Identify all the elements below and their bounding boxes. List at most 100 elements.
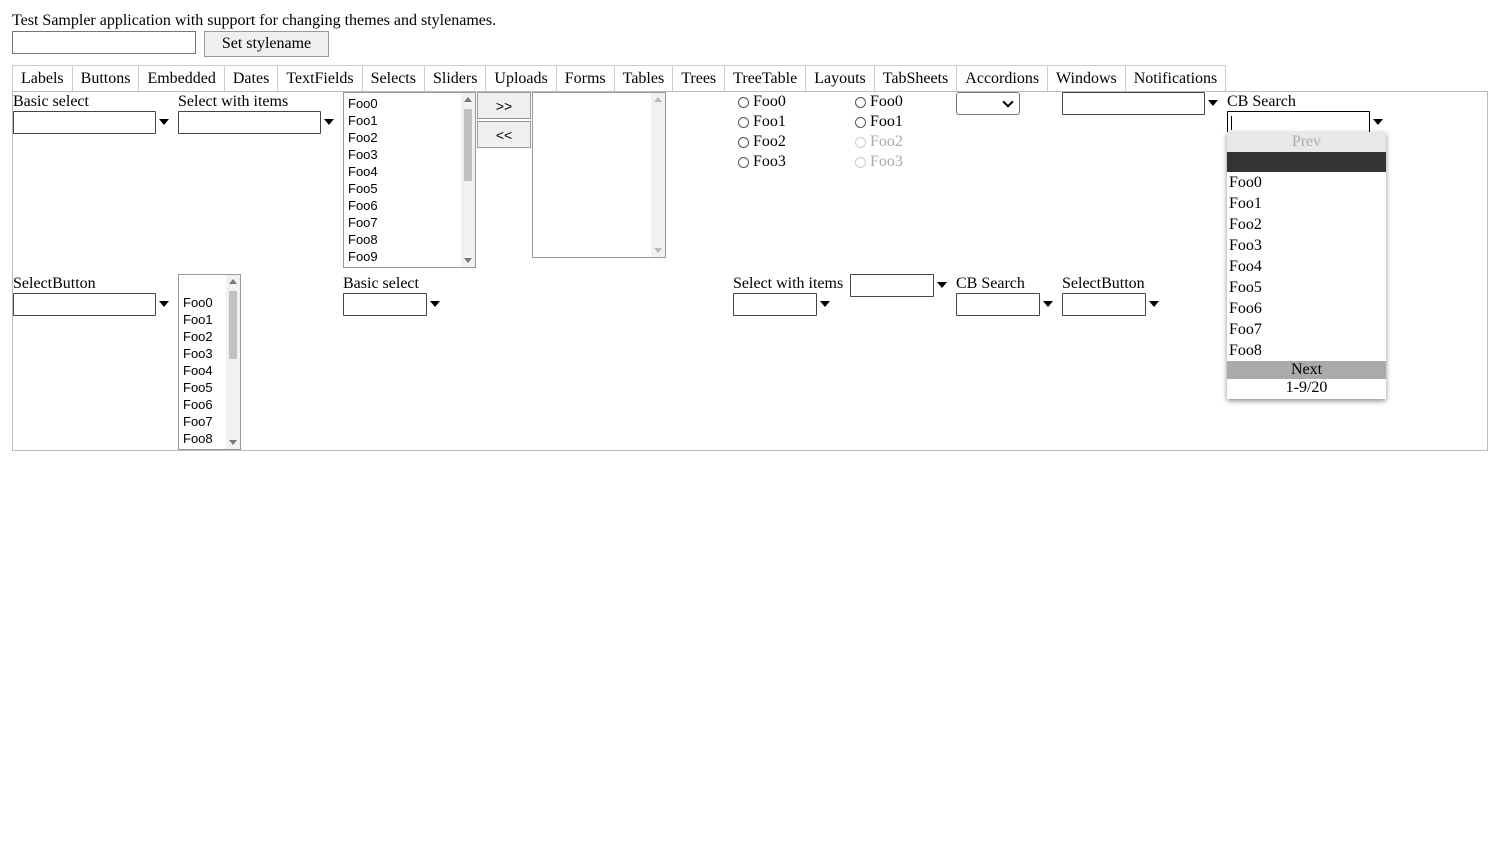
twincol-add-button[interactable]: >> <box>477 92 531 119</box>
scroll-up-icon[interactable] <box>229 279 237 284</box>
native-select[interactable] <box>956 92 1020 115</box>
select-with-items-2-input[interactable] <box>733 293 817 316</box>
tab-bar: Labels Buttons Embedded Dates TextFields… <box>12 65 1227 92</box>
popup-item[interactable]: Foo5 <box>1227 277 1386 298</box>
selectbutton-2-input[interactable] <box>1062 293 1146 316</box>
radio-option[interactable]: Foo0 <box>855 92 903 112</box>
tab-accordions[interactable]: Accordions <box>957 66 1049 92</box>
scroll-up-icon[interactable] <box>464 97 472 102</box>
cb-search-2-caption: CB Search <box>956 275 1025 292</box>
inline-select-input[interactable] <box>850 274 934 297</box>
tab-uploads[interactable]: Uploads <box>486 66 557 92</box>
cb-search-dropdown-arrow-icon[interactable] <box>1373 119 1383 125</box>
selectbutton-input[interactable] <box>13 293 156 316</box>
radio-option-disabled: Foo2 <box>855 132 903 152</box>
basic-select-dropdown-arrow-icon[interactable] <box>159 119 169 125</box>
radio-button[interactable] <box>855 116 866 128</box>
radio-button[interactable] <box>855 96 866 108</box>
tab-notifications[interactable]: Notifications <box>1126 66 1226 92</box>
list-item[interactable]: Foo8 <box>344 231 475 248</box>
tab-trees[interactable]: Trees <box>673 66 726 92</box>
tab-selects[interactable]: Selects <box>363 66 425 92</box>
list-item[interactable]: Foo4 <box>344 163 475 180</box>
radio-option[interactable]: Foo2 <box>738 132 786 152</box>
list-select[interactable]: Foo0 Foo1 Foo2 Foo3 Foo4 Foo5 Foo6 Foo7 … <box>343 92 476 268</box>
tab-embedded[interactable]: Embedded <box>139 66 225 92</box>
radio-button[interactable] <box>738 96 749 108</box>
popup-item[interactable]: Foo2 <box>1227 214 1386 235</box>
radio-option[interactable]: Foo1 <box>738 112 786 132</box>
scroll-up-icon[interactable] <box>654 97 662 102</box>
select-with-items-caption: Select with items <box>178 93 289 110</box>
popup-item[interactable]: Foo0 <box>1227 172 1386 193</box>
stylename-input[interactable] <box>12 31 196 54</box>
tab-tables[interactable]: Tables <box>615 66 674 92</box>
list-item[interactable]: Foo5 <box>344 180 475 197</box>
inline-select-dropdown-arrow-icon[interactable] <box>937 282 947 288</box>
scroll-down-icon[interactable] <box>654 248 662 253</box>
tab-tabsheets[interactable]: TabSheets <box>875 66 958 92</box>
popup-item[interactable]: Foo3 <box>1227 235 1386 256</box>
scroll-down-icon[interactable] <box>229 440 237 445</box>
scroll-thumb[interactable] <box>464 109 472 181</box>
tab-sliders[interactable]: Sliders <box>425 66 487 92</box>
radio-option[interactable]: Foo1 <box>855 112 903 132</box>
select-with-items-dropdown-arrow-icon[interactable] <box>324 119 334 125</box>
popup-prev-button[interactable]: Prev <box>1227 132 1386 152</box>
radio-group-2: Foo0 Foo1 Foo2 Foo3 <box>855 92 903 172</box>
list-item[interactable]: Foo0 <box>344 95 475 112</box>
popup-item[interactable]: Foo1 <box>1227 193 1386 214</box>
list-select-2[interactable]: Foo0 Foo1 Foo2 Foo3 Foo4 Foo5 Foo6 Foo7 … <box>178 274 241 450</box>
selectbutton-caption: SelectButton <box>13 275 96 292</box>
tab-textfields[interactable]: TextFields <box>278 66 363 92</box>
list-select-scrollbar[interactable] <box>461 93 475 267</box>
cb-search-2-input[interactable] <box>956 293 1040 316</box>
tab-forms[interactable]: Forms <box>557 66 615 92</box>
list-item[interactable]: Foo9 <box>344 248 475 265</box>
tab-dates[interactable]: Dates <box>225 66 279 92</box>
combobox-input[interactable] <box>1062 92 1205 115</box>
tab-labels[interactable]: Labels <box>13 66 73 92</box>
basic-select-2-caption: Basic select <box>343 275 419 292</box>
list-item[interactable]: Foo6 <box>344 197 475 214</box>
popup-item[interactable]: Foo4 <box>1227 256 1386 277</box>
list-item[interactable]: Foo3 <box>344 146 475 163</box>
twincol-scrollbar[interactable] <box>651 93 665 257</box>
list-item[interactable]: Foo7 <box>344 214 475 231</box>
cb-search-input[interactable] <box>1227 111 1370 134</box>
radio-button[interactable] <box>738 136 749 148</box>
scroll-down-icon[interactable] <box>464 258 472 263</box>
radio-button[interactable] <box>738 156 749 168</box>
tab-buttons[interactable]: Buttons <box>73 66 140 92</box>
basic-select-2-dropdown-arrow-icon[interactable] <box>430 301 440 307</box>
radio-option[interactable]: Foo3 <box>738 152 786 172</box>
radio-option[interactable]: Foo0 <box>738 92 786 112</box>
scroll-thumb[interactable] <box>229 291 237 359</box>
select-with-items-input[interactable] <box>178 111 321 134</box>
radio-button[interactable] <box>738 116 749 128</box>
text-cursor <box>1231 116 1232 130</box>
set-stylename-button[interactable]: Set stylename <box>204 31 329 57</box>
popup-next-button[interactable]: Next <box>1227 361 1386 379</box>
twincol-remove-button[interactable]: << <box>477 121 531 148</box>
radio-button <box>855 156 866 168</box>
selectbutton-dropdown-arrow-icon[interactable] <box>159 301 169 307</box>
popup-item[interactable]: Foo8 <box>1227 340 1386 361</box>
combobox-dropdown-arrow-icon[interactable] <box>1208 100 1218 106</box>
list-item[interactable]: Foo2 <box>344 129 475 146</box>
basic-select-input[interactable] <box>13 111 156 134</box>
basic-select-2-input[interactable] <box>343 293 427 316</box>
select-with-items-2-dropdown-arrow-icon[interactable] <box>820 301 830 307</box>
list-item[interactable]: Foo1 <box>344 112 475 129</box>
cb-search-2-dropdown-arrow-icon[interactable] <box>1043 301 1053 307</box>
tab-windows[interactable]: Windows <box>1048 66 1126 92</box>
popup-item[interactable]: Foo7 <box>1227 319 1386 340</box>
tab-treetable[interactable]: TreeTable <box>725 66 807 92</box>
popup-empty-selected-item[interactable] <box>1227 152 1386 172</box>
twincol-selected-list[interactable] <box>532 92 666 258</box>
popup-item[interactable]: Foo6 <box>1227 298 1386 319</box>
tab-layouts[interactable]: Layouts <box>806 66 875 92</box>
chevron-down-icon <box>1002 96 1014 108</box>
list-select-2-scrollbar[interactable] <box>226 275 240 449</box>
selectbutton-2-dropdown-arrow-icon[interactable] <box>1149 301 1159 307</box>
